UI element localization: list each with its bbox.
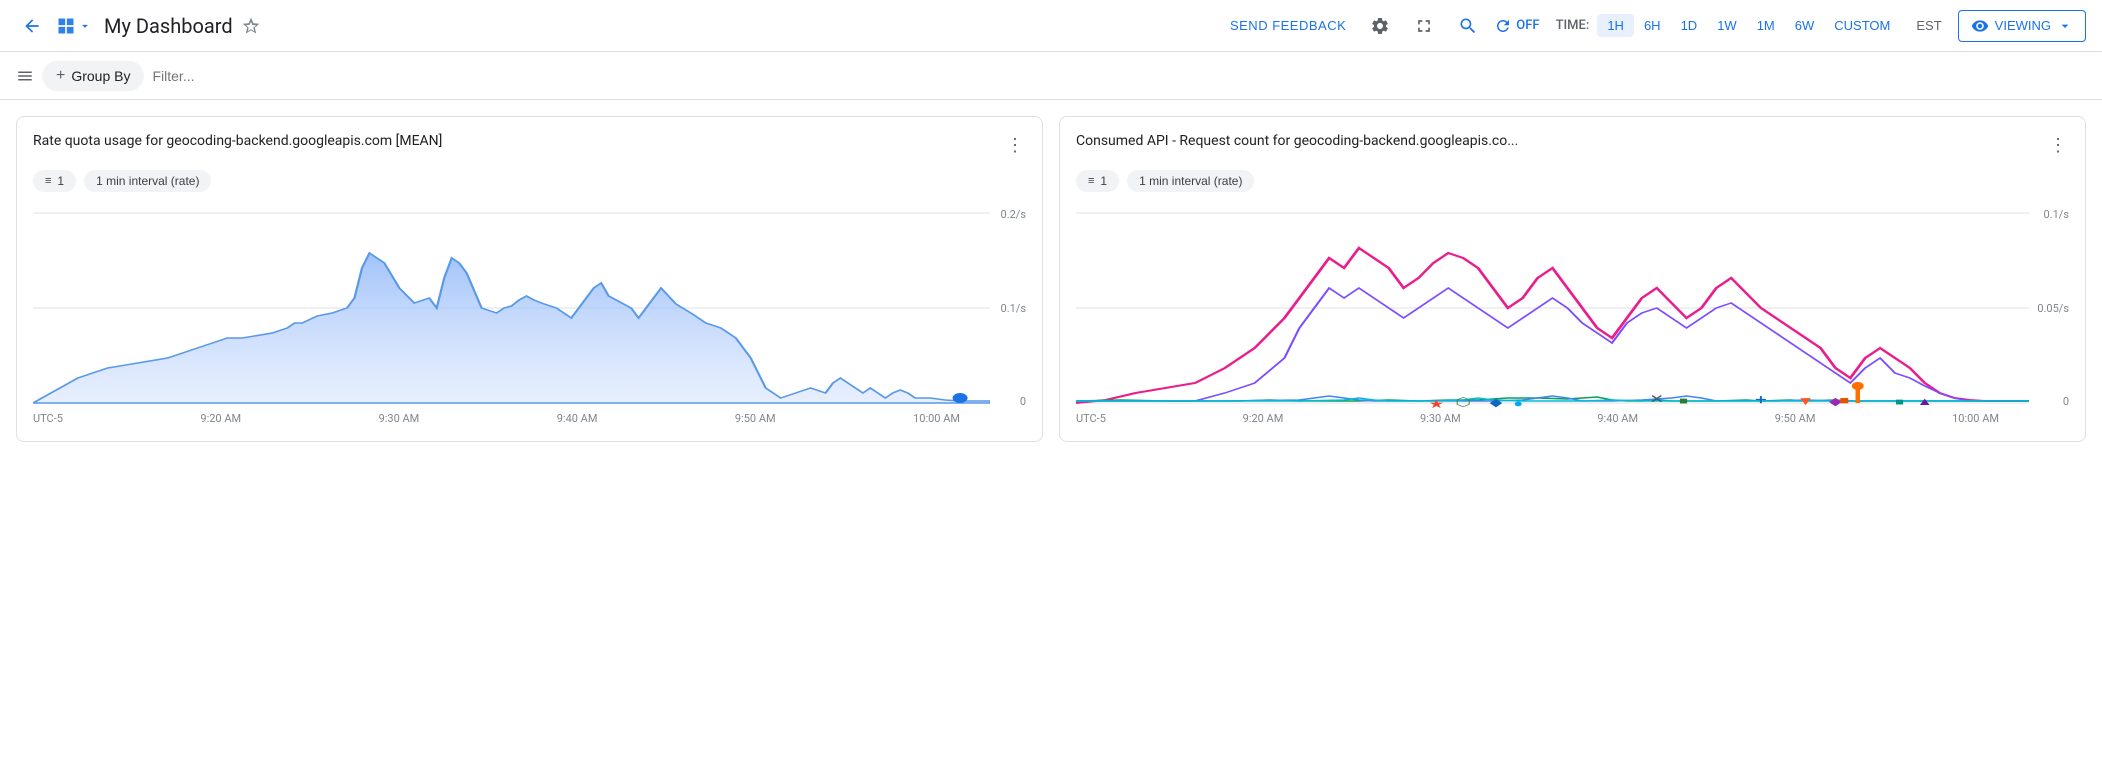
badge2-label: 1 min interval (rate)	[96, 174, 199, 188]
chart2-header: Consumed API - Request count for geocodi…	[1076, 133, 2069, 158]
group-by-button[interactable]: + Group By	[42, 61, 144, 91]
timezone-button[interactable]: EST	[1908, 14, 1949, 37]
time-button-1w[interactable]: 1W	[1707, 14, 1747, 37]
dashboard-icon-button[interactable]	[56, 16, 92, 36]
badge1-icon: ≡	[45, 175, 51, 187]
chart2-x-labels: UTC-5 9:20 AM 9:30 AM 9:40 AM 9:50 AM 10…	[1076, 412, 2029, 425]
send-feedback-button[interactable]: SEND FEEDBACK	[1222, 12, 1354, 39]
viewing-button[interactable]: VIEWING	[1958, 10, 2086, 42]
time-button-6w[interactable]: 6W	[1785, 14, 1825, 37]
badge2-icon: ≡	[1088, 175, 1094, 187]
back-button[interactable]	[16, 10, 48, 42]
svg-text:■: ■	[1895, 396, 1904, 408]
svg-text:⬡: ⬡	[1455, 395, 1471, 408]
filter-bar: + Group By	[0, 52, 2102, 100]
time-button-1h[interactable]: 1H	[1597, 14, 1634, 37]
settings-button[interactable]	[1362, 8, 1398, 44]
star-button[interactable]	[241, 16, 261, 36]
refresh-section: OFF	[1494, 17, 1539, 35]
chart2-badge2-label: 1 min interval (rate)	[1139, 174, 1242, 188]
chart1-header: Rate quota usage for geocoding-backend.g…	[33, 133, 1026, 158]
header: My Dashboard SEND FEEDBACK OFF TIME: 1H …	[0, 0, 2102, 52]
chart-card-2: Consumed API - Request count for geocodi…	[1059, 116, 2086, 442]
chart2-container: ★ ⬡ ◆ ● ▼ ◆ ✕ ■	[1076, 208, 2069, 425]
chart1-svg	[33, 208, 990, 408]
svg-text:+: +	[1755, 392, 1767, 408]
chart2-y-labels: 0.1/s 0.05/s 0	[2029, 208, 2069, 408]
chart2-badges: ≡ 1 1 min interval (rate)	[1076, 170, 2069, 192]
chart2-svg: ★ ⬡ ◆ ● ▼ ◆ ✕ ■	[1076, 208, 2029, 408]
chart2-title: Consumed API - Request count for geocodi…	[1076, 133, 1518, 149]
chart1-menu-button[interactable]: ⋮	[1004, 133, 1026, 158]
main-content: Rate quota usage for geocoding-backend.g…	[0, 100, 2102, 458]
group-by-label: Group By	[71, 68, 130, 84]
svg-text:▼: ▼	[1797, 394, 1815, 408]
time-buttons: 1H 6H 1D 1W 1M 6W CUSTOM	[1597, 14, 1900, 37]
svg-text:★: ★	[1428, 397, 1444, 408]
chart1-title: Rate quota usage for geocoding-backend.g…	[33, 133, 442, 149]
refresh-label: OFF	[1516, 18, 1539, 33]
svg-text:◆: ◆	[1490, 397, 1503, 408]
time-label: TIME:	[1556, 18, 1590, 33]
time-button-1m[interactable]: 1M	[1747, 14, 1785, 37]
group-by-plus: +	[56, 67, 65, 85]
chart2-menu-button[interactable]: ⋮	[2047, 133, 2069, 158]
svg-text:■: ■	[1679, 395, 1688, 407]
time-button-1d[interactable]: 1D	[1671, 14, 1708, 37]
search-button[interactable]	[1450, 8, 1486, 44]
chart1-container: UTC-5 9:20 AM 9:30 AM 9:40 AM 9:50 AM 10…	[33, 208, 1026, 425]
chart1-badge2[interactable]: 1 min interval (rate)	[84, 170, 211, 192]
chart-card-1: Rate quota usage for geocoding-backend.g…	[16, 116, 1043, 442]
svg-text:▲: ▲	[1917, 396, 1933, 408]
chart2-badge2[interactable]: 1 min interval (rate)	[1127, 170, 1254, 192]
chart1-badges: ≡ 1 1 min interval (rate)	[33, 170, 1026, 192]
filter-menu-button[interactable]	[16, 67, 34, 85]
chart2-badge1[interactable]: ≡ 1	[1076, 170, 1119, 192]
chart1-y-labels: 0.2/s 0.1/s 0	[990, 208, 1026, 408]
chart1-badge1[interactable]: ≡ 1	[33, 170, 76, 192]
viewing-label: VIEWING	[1995, 18, 2051, 33]
time-button-custom[interactable]: CUSTOM	[1824, 14, 1900, 37]
chart1-x-labels: UTC-5 9:20 AM 9:30 AM 9:40 AM 9:50 AM 10…	[33, 412, 990, 425]
fullscreen-button[interactable]	[1406, 8, 1442, 44]
svg-text:●: ●	[1513, 398, 1523, 408]
time-button-6h[interactable]: 6H	[1634, 14, 1671, 37]
badge1-label: 1	[57, 174, 64, 188]
svg-text:■: ■	[1839, 395, 1849, 408]
chart2-badge1-label: 1	[1100, 174, 1107, 188]
page-title: My Dashboard	[104, 14, 233, 38]
svg-text:✕: ✕	[1649, 392, 1664, 406]
filter-input[interactable]	[152, 68, 2086, 84]
